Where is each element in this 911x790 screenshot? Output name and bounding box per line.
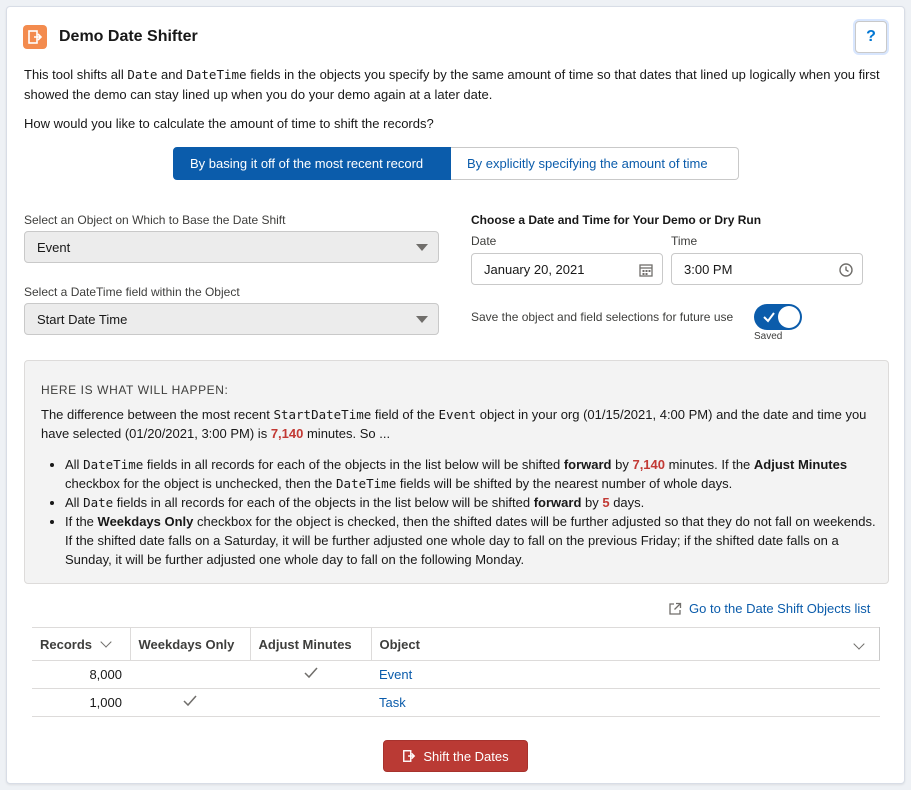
table-header-row: Records Weekdays Only Adjust Minutes Obj… [32,627,880,661]
exit-icon [403,750,416,762]
field-select-value: Start Date Time [37,311,128,327]
column-records[interactable]: Records [32,627,131,661]
save-toggle-state: Saved [754,331,783,342]
chevron-down-icon[interactable] [100,635,112,648]
time-value: 3:00 PM [684,261,733,277]
table-row: 8,000 Event [32,660,880,689]
summary-heading: HERE IS WHAT WILL HAPPEN: [41,383,229,397]
summary-bullet-weekdays: If the Weekdays Only checkbox for the ob… [65,512,877,569]
calculation-question: How would you like to calculate the amou… [24,116,434,131]
intro-text: This tool shifts all Date and DateTime f… [24,67,880,102]
date-shift-objects-table: Records Weekdays Only Adjust Minutes Obj… [32,627,880,717]
summary-text: The difference between the most recent S… [41,407,867,441]
check-icon [763,312,775,323]
field-select[interactable]: Start Date Time [24,303,439,335]
date-shifter-card: Demo Date Shifter ? This tool shifts all… [6,6,905,784]
time-label: Time [671,234,698,248]
shift-dates-button[interactable]: Shift the Dates [383,740,528,772]
schedule-heading: Choose a Date and Time for Your Demo or … [471,213,762,227]
chevron-down-icon [416,244,428,251]
adjust-minutes-cell [250,688,371,717]
object-cell: Event [371,660,880,689]
help-button[interactable]: ? [855,21,887,53]
check-icon [183,695,197,710]
summary-bullet-datetime: All DateTime fields in all records for e… [65,455,877,493]
object-link[interactable]: Event [379,667,412,682]
mode-most-recent-button[interactable]: By basing it off of the most recent reco… [173,147,451,180]
date-label: Date [471,234,497,248]
exit-icon [23,25,47,49]
mode-button-group: By basing it off of the most recent reco… [173,147,739,180]
save-toggle[interactable] [754,304,802,330]
toggle-knob [778,306,800,328]
object-link[interactable]: Task [379,695,406,710]
weekdays-only-cell [130,660,250,689]
summary-list: All DateTime fields in all records for e… [41,455,877,569]
date-input[interactable]: January 20, 2021 [471,253,663,285]
column-adjust-minutes[interactable]: Adjust Minutes [250,627,372,661]
mode-explicit-button[interactable]: By explicitly specifying the amount of t… [451,147,739,180]
object-select-label: Select an Object on Which to Base the Da… [24,213,286,227]
external-link-icon [669,602,682,615]
column-weekdays-only[interactable]: Weekdays Only [130,627,251,661]
records-cell: 8,000 [32,660,130,689]
calendar-icon[interactable] [638,262,654,278]
clock-icon[interactable] [838,262,854,278]
adjust-minutes-cell [250,660,371,689]
check-icon [303,667,318,682]
goto-date-shift-objects-link[interactable]: Go to the Date Shift Objects list [668,601,870,616]
summary-panel: HERE IS WHAT WILL HAPPEN: The difference… [24,360,889,584]
table-row: 1,000 Task [32,688,880,717]
date-value: January 20, 2021 [484,261,585,277]
object-cell: Task [371,688,880,717]
card-header: Demo Date Shifter [23,21,198,53]
object-select-value: Event [37,239,71,255]
shift-dates-label: Shift the Dates [423,748,509,764]
chevron-down-icon [416,316,428,323]
field-select-label: Select a DateTime field within the Objec… [24,285,240,299]
summary-bullet-date: All Date fields in all records for each … [65,493,877,512]
records-cell: 1,000 [32,688,130,717]
column-object[interactable]: Object [371,627,880,661]
time-input[interactable]: 3:00 PM [671,253,863,285]
page-title: Demo Date Shifter [59,28,198,45]
save-toggle-label: Save the object and field selections for… [471,310,734,324]
object-select[interactable]: Event [24,231,439,263]
chevron-down-icon[interactable] [853,638,865,650]
weekdays-only-cell [130,688,250,717]
